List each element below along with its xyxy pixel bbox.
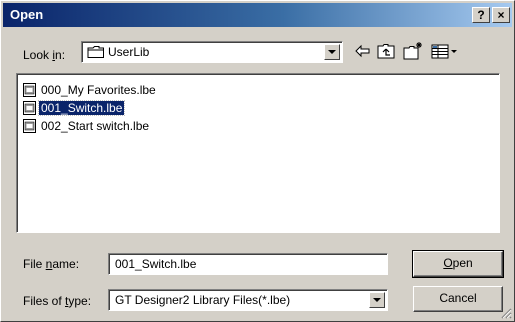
- new-folder-icon[interactable]: [402, 41, 424, 61]
- open-button-accel: O: [443, 256, 453, 270]
- resize-grip-icon[interactable]: [500, 307, 512, 319]
- file-name-label-pre: File: [23, 257, 46, 271]
- file-name-text: 000_My Favorites.lbe: [41, 83, 156, 97]
- look-in-dropdown-button[interactable]: [324, 44, 340, 60]
- file-name-text: 001_Switch.lbe: [37, 100, 126, 116]
- file-type-label-pre: Files of: [23, 294, 66, 308]
- open-button[interactable]: Open: [412, 250, 504, 278]
- file-name-value: 001_Switch.lbe: [115, 257, 197, 271]
- look-in-label-post: n:: [55, 48, 66, 62]
- file-name-label: File name:: [23, 257, 79, 271]
- look-in-label-pre: Look: [23, 48, 53, 62]
- dialog-title: Open: [10, 7, 44, 22]
- file-type-label-post: ype:: [68, 294, 92, 308]
- title-bar[interactable]: Open ? ×: [3, 3, 512, 27]
- file-name-label-post: ame:: [52, 257, 80, 271]
- library-file-icon: [23, 119, 36, 133]
- look-in-label: Look in:: [23, 48, 65, 62]
- file-type-dropdown-button[interactable]: [369, 292, 385, 308]
- help-button[interactable]: ?: [472, 7, 490, 23]
- up-folder-icon[interactable]: [375, 41, 397, 61]
- cancel-button[interactable]: Cancel: [413, 286, 503, 312]
- open-button-label: pen: [452, 256, 473, 270]
- folder-icon: [87, 46, 104, 58]
- file-type-combo[interactable]: GT Designer2 Library Files(*.lbe): [108, 289, 388, 311]
- file-type-value: GT Designer2 Library Files(*.lbe): [115, 293, 291, 307]
- file-name-input[interactable]: 001_Switch.lbe: [108, 253, 388, 275]
- back-arrow-icon[interactable]: [352, 41, 374, 61]
- file-list[interactable]: 000_My Favorites.lbe 001_Switch.lbe 002_St…: [16, 73, 500, 233]
- look-in-value: UserLib: [108, 45, 150, 59]
- file-type-label: Files of type:: [23, 294, 91, 308]
- view-menu-icon[interactable]: [429, 41, 459, 61]
- library-file-icon: [23, 83, 36, 97]
- close-button[interactable]: ×: [492, 7, 510, 23]
- library-file-icon: [23, 101, 36, 115]
- open-dialog: Open ? × Look in: UserLib 000_My Favorit…: [0, 0, 515, 322]
- look-in-combo[interactable]: UserLib: [81, 41, 343, 63]
- file-name-text: 002_Start switch.lbe: [41, 119, 150, 133]
